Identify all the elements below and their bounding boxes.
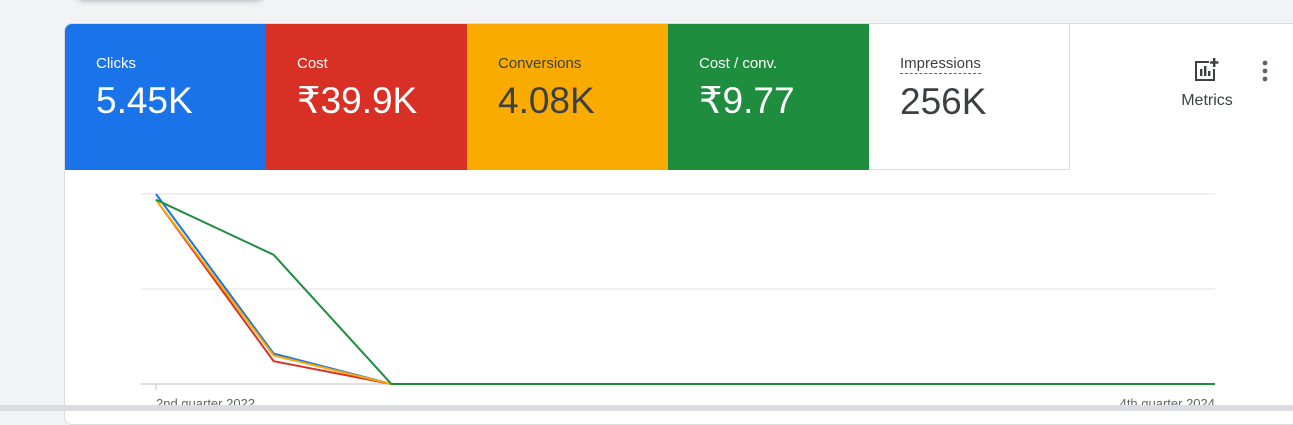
scorecard-value: 256K bbox=[900, 81, 987, 122]
bottom-scroll-edge bbox=[0, 405, 1293, 411]
scorecard-conversions[interactable]: Conversions 4.08K bbox=[467, 24, 668, 170]
series-line-3[interactable] bbox=[155, 198, 1215, 385]
scorecard-label: Cost bbox=[297, 55, 328, 72]
performance-chart: 2nd quarter 2022 4th quarter 2024 bbox=[141, 193, 1215, 411]
scorecard-cost-per-conversion[interactable]: Cost / conv. ₹9.77 bbox=[668, 24, 869, 170]
series-line-2[interactable] bbox=[155, 199, 1215, 385]
scorecard-label: Impressions bbox=[900, 55, 981, 74]
scorecard-value: ₹9.77 bbox=[699, 80, 795, 121]
scorecard-clicks[interactable]: Clicks 5.45K bbox=[65, 24, 266, 170]
scorecard-label: Cost / conv. bbox=[699, 55, 778, 72]
scorecard-value: 4.08K bbox=[498, 80, 595, 121]
scorecard-cost[interactable]: Cost ₹39.9K bbox=[266, 24, 467, 170]
scorecard-value: ₹39.9K bbox=[297, 80, 418, 121]
scorecard-label: Clicks bbox=[96, 55, 136, 72]
add-chart-icon bbox=[1195, 58, 1219, 81]
scorecard-label: Conversions bbox=[498, 55, 582, 72]
metrics-button[interactable]: Metrics bbox=[1167, 54, 1247, 114]
scorecard-row: Clicks 5.45K Cost ₹39.9K Conversions 4.0… bbox=[65, 24, 1070, 170]
more-vert-icon bbox=[1262, 60, 1268, 82]
series-line-1[interactable] bbox=[155, 199, 1215, 385]
performance-card: Clicks 5.45K Cost ₹39.9K Conversions 4.0… bbox=[64, 23, 1293, 425]
scorecard-impressions[interactable]: Impressions 256K bbox=[869, 24, 1070, 170]
more-options-button[interactable] bbox=[1253, 56, 1277, 86]
metrics-label: Metrics bbox=[1181, 92, 1233, 109]
scorecard-value: 5.45K bbox=[96, 80, 193, 121]
